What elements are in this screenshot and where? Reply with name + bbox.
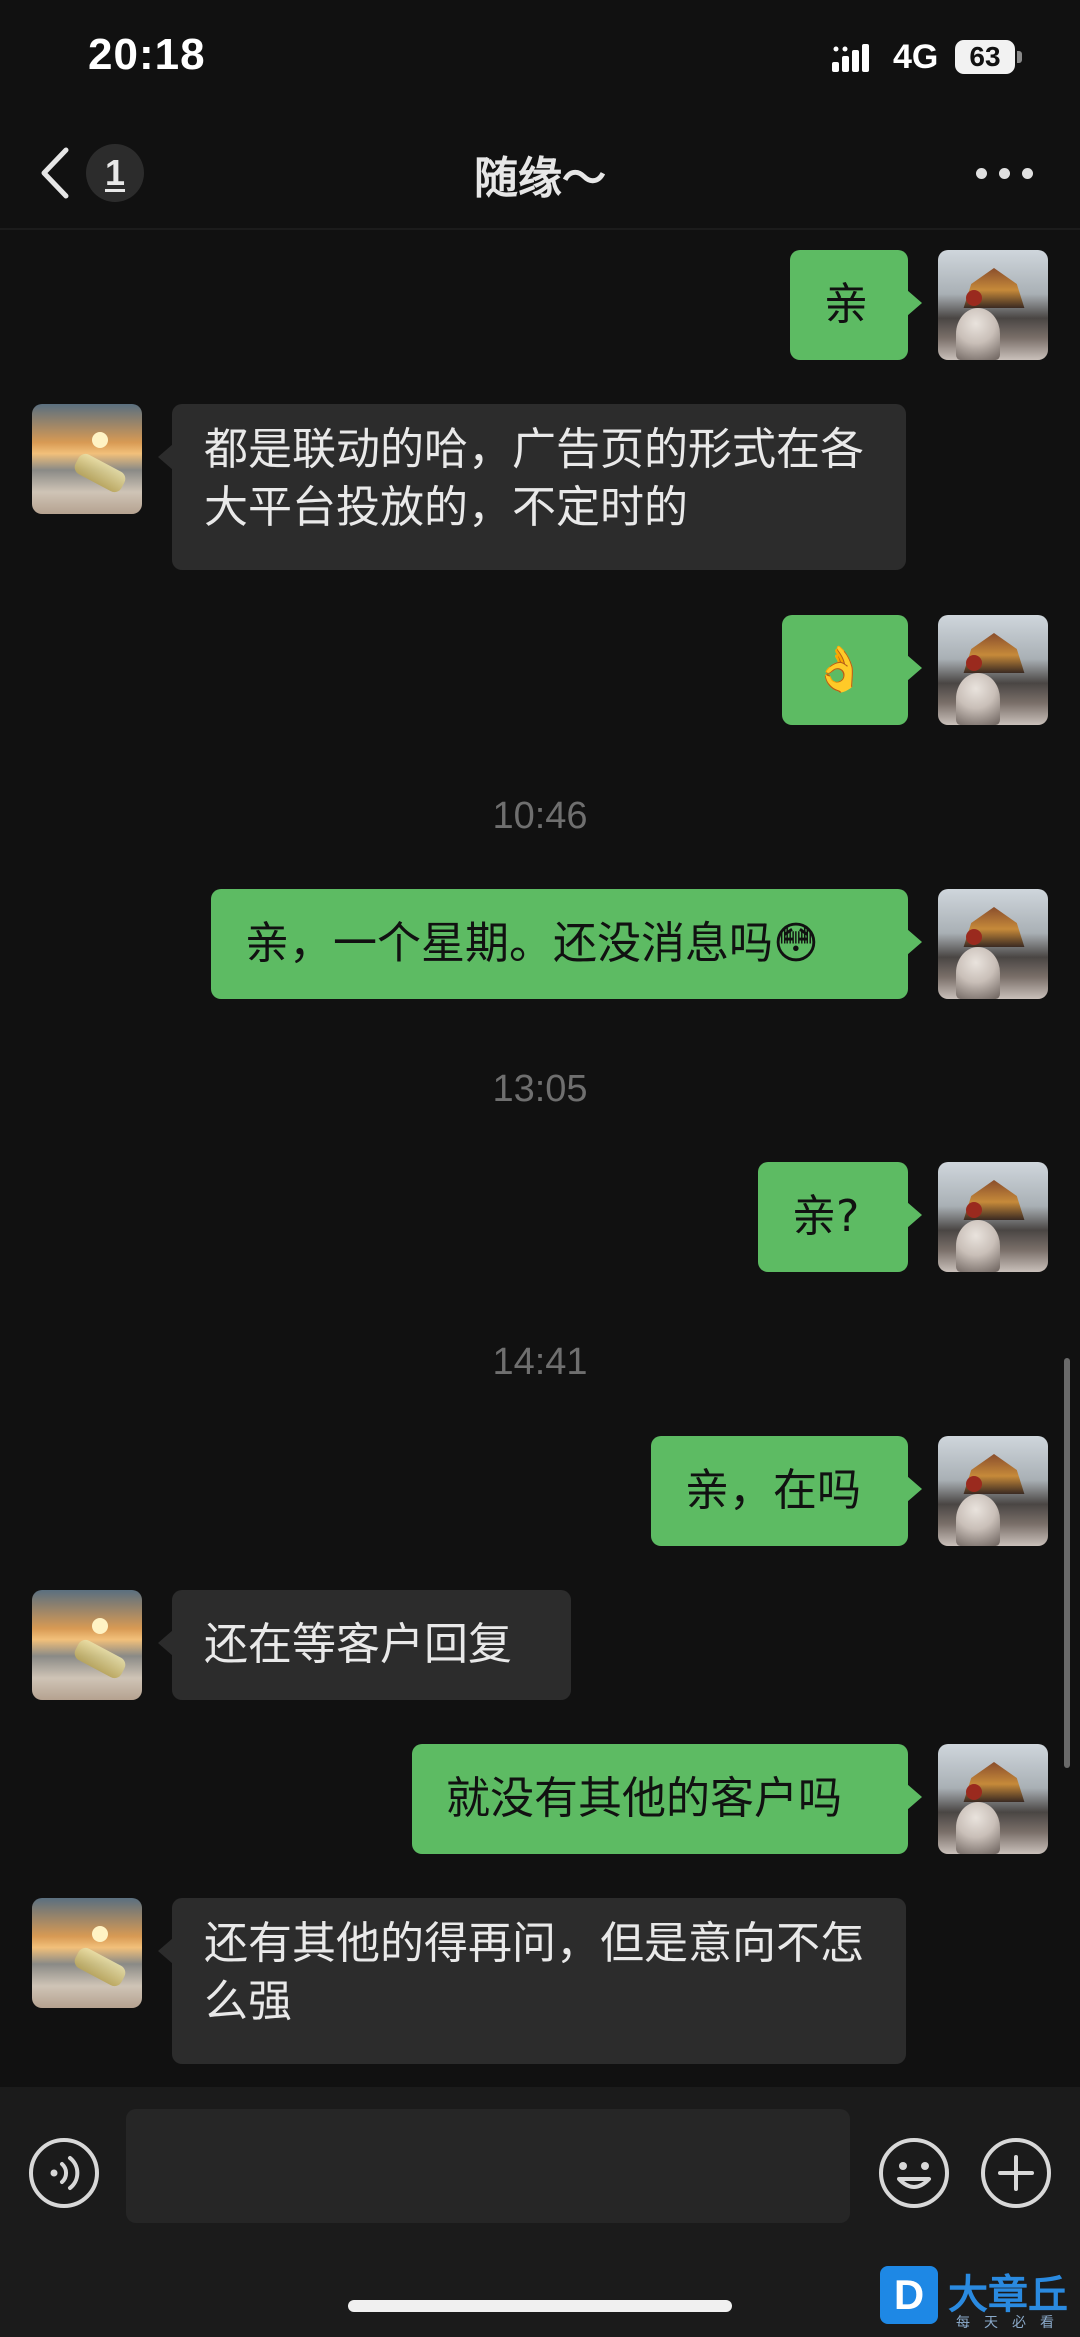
status-time: 20:18	[88, 30, 206, 79]
my-avatar-icon[interactable]	[938, 889, 1048, 999]
signal-icon	[832, 44, 869, 72]
my-avatar-icon[interactable]	[938, 250, 1048, 360]
sent-message-bubble[interactable]: 亲	[790, 250, 922, 360]
status-bar: 20:18 4G 63	[0, 0, 1080, 118]
unread-count-badge: 1	[86, 144, 144, 202]
message-timestamp: 14:41	[492, 1341, 588, 1383]
received-message-bubble[interactable]: 还在等客户回复	[158, 1590, 571, 1700]
sent-message-bubble[interactable]: 就没有其他的客户吗	[412, 1744, 922, 1854]
message-timestamp: 10:46	[492, 795, 588, 837]
received-message-bubble[interactable]: 都是联动的哈，广告页的形式在各大平台投放的，不定时的	[158, 404, 906, 570]
message-timestamp: 13:05	[492, 1068, 588, 1110]
chat-scrollbar[interactable]	[1064, 1358, 1070, 1768]
sent-message-bubble[interactable]: 亲，在吗	[651, 1436, 922, 1546]
my-avatar-icon[interactable]	[938, 1436, 1048, 1546]
chat-header: 1 随缘～	[0, 118, 1080, 230]
my-avatar-icon[interactable]	[938, 615, 1048, 725]
chat-title: 随缘～	[474, 153, 606, 204]
my-avatar-icon[interactable]	[938, 1744, 1048, 1854]
battery-icon: 63	[955, 40, 1023, 74]
back-button[interactable]: 1	[36, 140, 146, 206]
more-icon	[976, 168, 987, 179]
received-message-bubble[interactable]: 还有其他的得再问，但是意向不怎么强	[158, 1898, 906, 2064]
sent-message-bubble[interactable]: 👌	[782, 615, 922, 725]
contact-avatar-icon[interactable]	[32, 1590, 142, 1700]
contact-avatar-icon[interactable]	[32, 404, 142, 514]
my-avatar-icon[interactable]	[938, 1162, 1048, 1272]
message-input[interactable]	[126, 2109, 850, 2223]
home-indicator[interactable]	[348, 2300, 732, 2312]
sent-message-bubble[interactable]: 亲，一个星期。还没消息吗😳	[211, 889, 922, 999]
sent-message-bubble[interactable]: 亲?	[758, 1162, 922, 1272]
contact-avatar-icon[interactable]	[32, 1898, 142, 2008]
plus-icon[interactable]	[980, 2137, 1052, 2209]
more-button[interactable]	[972, 156, 1036, 192]
back-chevron-icon	[41, 147, 69, 199]
voice-icon[interactable]	[28, 2137, 100, 2209]
network-label: 4G	[893, 38, 939, 76]
emoji-icon[interactable]	[878, 2137, 950, 2209]
header-divider	[0, 228, 1080, 230]
watermark-logo: D	[880, 2266, 938, 2324]
watermark: D 大章丘 每天必看	[880, 2262, 1080, 2337]
watermark-subtext: 每天必看	[956, 2315, 1068, 2331]
battery-level: 63	[969, 41, 1001, 72]
